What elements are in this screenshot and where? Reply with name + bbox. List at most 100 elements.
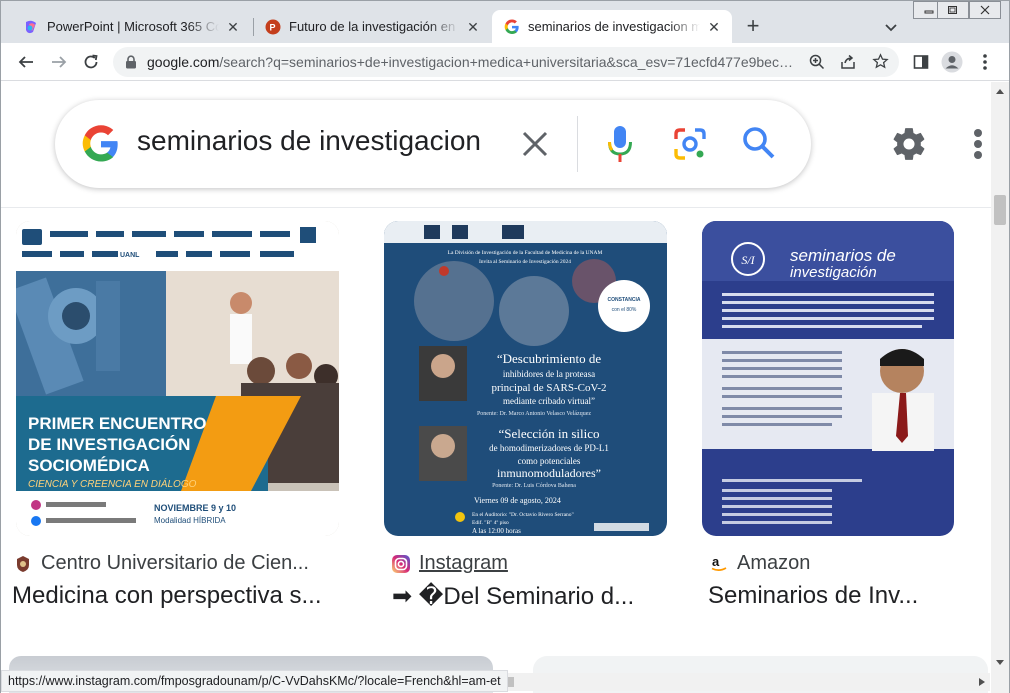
page-content: seminarios de investigacion UANL PRIMER … [1,82,991,693]
close-icon [980,5,990,15]
svg-text:CONSTANCIA: CONSTANCIA [608,297,641,303]
svg-text:Ponente: Dr. Luis Córdova Bahe: Ponente: Dr. Luis Córdova Bahena [492,483,576,489]
result-image-3[interactable]: S/I seminarios de investigación [702,221,954,536]
result-title-1[interactable]: Medicina con perspectiva s... [12,582,321,610]
maximize-button[interactable] [937,1,969,19]
svg-text:La División de Investigación d: La División de Investigación de la Facul… [448,250,603,256]
lock-icon[interactable] [125,55,137,74]
restore-icon [948,6,957,14]
svg-text:de homodimerizadores de PD-L1: de homodimerizadores de PD-L1 [489,443,609,453]
browser-window: PowerPoint | Microsoft 365 Copilot ✕ P F… [0,0,1010,693]
vertical-scrollbar[interactable] [991,82,1009,693]
close-window-button[interactable] [969,1,1001,19]
amazon-icon: a [709,554,729,574]
svg-text:Edif. "B" 4º piso: Edif. "B" 4º piso [472,519,509,526]
scroll-right-icon [979,678,985,686]
gear-icon[interactable] [890,125,928,168]
tab-search-button[interactable] [881,17,901,37]
poster-mode: Modalidad HÍBRIDA [154,516,226,525]
result-source-2[interactable]: Instagram [391,552,508,575]
chevron-down-icon [885,24,897,32]
powerpoint-icon: P [265,19,281,35]
scrollbar-thumb[interactable] [994,195,1006,225]
svg-text:seminarios de: seminarios de [790,246,896,265]
microphone-icon[interactable] [607,124,633,169]
share-icon[interactable] [840,54,856,75]
svg-text:a: a [712,555,720,569]
search-icon[interactable] [741,125,777,166]
svg-text:A las 12:00 horas: A las 12:00 horas [472,527,521,535]
horizontal-scrollbar[interactable] [498,673,990,691]
copilot-icon [23,19,39,35]
poster-sociomedica-image: UANL PRIMER ENCUENTRO DE INVESTIGACIÓN S… [16,221,339,536]
back-button[interactable] [15,51,37,73]
clear-search-icon[interactable] [521,130,549,163]
zoom-icon[interactable] [809,54,825,75]
scroll-up-icon [996,89,1004,94]
poster-date: NOVIEMBRE 9 y 10 [154,503,236,513]
close-tab-icon[interactable]: ✕ [465,19,481,35]
url-text[interactable]: google.com/search?q=seminarios+de+invest… [147,54,797,70]
tab-title: PowerPoint | Microsoft 365 Copilot [47,19,219,34]
svg-text:Invita al Seminario de Investi: Invita al Seminario de Investigación 202… [479,259,571,265]
result-title-2[interactable]: ➡ �Del Seminario d... [392,582,634,611]
search-divider [577,116,578,172]
search-box[interactable]: seminarios de investigacion [55,100,811,188]
tab-title: seminarios de investigacion medica [528,19,700,34]
poster-line-1: PRIMER ENCUENTRO [28,414,207,433]
tab-strip: PowerPoint | Microsoft 365 Copilot ✕ P F… [1,1,1009,43]
new-tab-button[interactable]: + [741,15,765,39]
svg-text:principal de SARS-CoV-2: principal de SARS-CoV-2 [491,382,606,394]
tab-seminarios-active[interactable]: seminarios de investigacion medica ✕ [492,10,732,43]
svg-text:inmunomoduladores”: inmunomoduladores” [497,466,601,480]
svg-text:S/I: S/I [741,253,755,267]
close-tab-icon[interactable]: ✕ [225,19,241,35]
poster-subtitle: CIENCIA Y CREENCIA EN DIÁLOGO [28,477,197,490]
browser-menu-button[interactable] [974,51,996,73]
svg-text:mediante cribado virtual”: mediante cribado virtual” [503,396,595,406]
svg-text:Ponente: Dr. Marco Antonio Vel: Ponente: Dr. Marco Antonio Velasco Veláz… [477,411,591,417]
avatar-icon [941,51,963,73]
address-bar[interactable]: google.com/search?q=seminarios+de+invest… [113,47,899,77]
forward-button[interactable] [48,51,70,73]
book-cover-image: S/I seminarios de investigación [702,221,954,536]
arrow-right-icon [52,56,67,68]
lens-camera-icon[interactable] [673,127,707,166]
svg-text:P: P [270,22,276,32]
arrow-left-icon [18,56,33,68]
svg-text:con el 80%: con el 80% [612,307,637,313]
tab-futuro-investigacion[interactable]: P Futuro de la investigación en Médica ✕ [253,10,491,43]
profile-button[interactable] [941,51,963,73]
result-source-1[interactable]: Centro Universitario de Cien... [13,552,309,575]
browser-toolbar: google.com/search?q=seminarios+de+invest… [1,43,1009,81]
more-vert-icon [983,54,987,70]
google-header: seminarios de investigacion [1,82,991,208]
status-bar-url: https://www.instagram.com/fmposgradounam… [1,670,508,692]
poster-logo: UANL [120,252,140,259]
result-title-3[interactable]: Seminarios de Inv... [708,582,918,610]
result-image-2[interactable]: La División de Investigación de la Facul… [384,221,667,536]
result-image-1[interactable]: UANL PRIMER ENCUENTRO DE INVESTIGACIÓN S… [16,221,339,536]
close-tab-icon[interactable]: ✕ [706,19,722,35]
reload-button[interactable] [80,51,102,73]
side-panel-button[interactable] [910,51,932,73]
svg-text:En el Auditorio: "Dr. Octavio: En el Auditorio: "Dr. Octavio Rivero Ser… [472,512,574,518]
svg-text:como potenciales: como potenciales [518,456,581,466]
google-icon [504,19,520,35]
poster-seminario-unam-image: La División de Investigación de la Facul… [384,221,667,536]
tab-powerpoint-copilot[interactable]: PowerPoint | Microsoft 365 Copilot ✕ [11,10,251,43]
result-source-3[interactable]: a Amazon [709,552,810,575]
svg-text:inhibidores de la proteasa: inhibidores de la proteasa [503,369,595,379]
search-input[interactable]: seminarios de investigacion [137,125,481,157]
bookmark-star-icon[interactable] [872,53,889,75]
instagram-icon [391,554,411,574]
minimize-icon [924,10,934,14]
reload-icon [84,54,98,69]
tab-title: Futuro de la investigación en Médica [289,19,459,34]
university-crest-icon [13,554,33,574]
apps-grid-icon[interactable] [973,128,991,165]
scroll-down-icon [996,660,1004,665]
google-logo-icon[interactable] [81,124,121,169]
svg-text:“Selección in silico: “Selección in silico [498,426,599,441]
poster-line-2: DE INVESTIGACIÓN [28,435,190,454]
